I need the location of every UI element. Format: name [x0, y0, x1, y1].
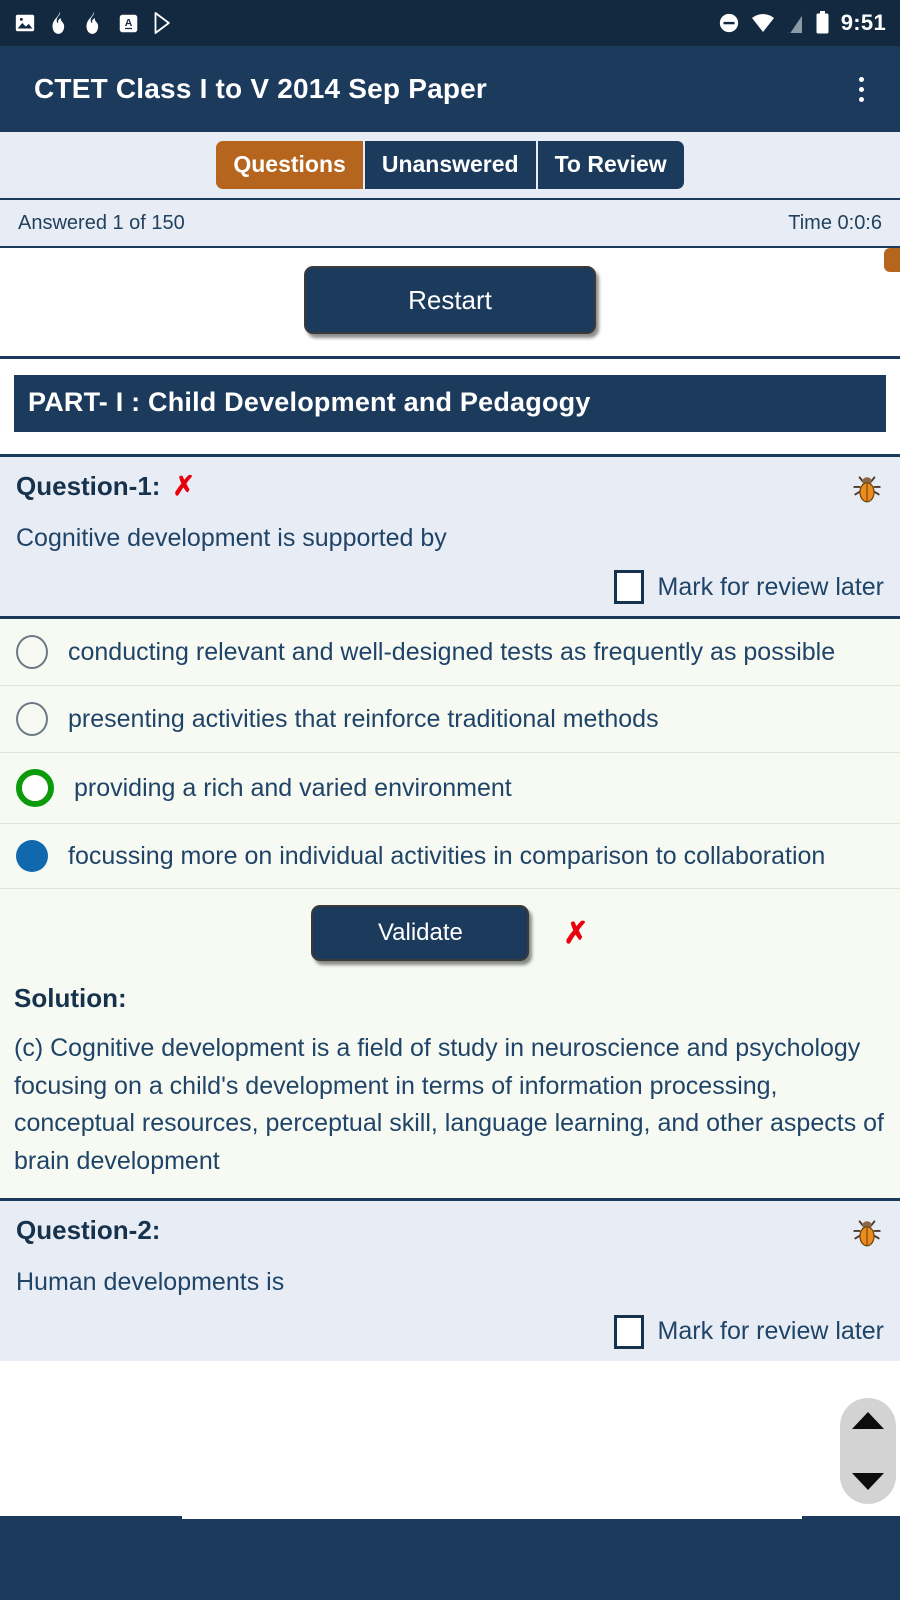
question-2-label: Question-2: [16, 1215, 161, 1246]
radio-icon[interactable] [16, 635, 48, 670]
play-store-icon [154, 12, 170, 34]
question-1-wrong-icon: ✗ [172, 471, 196, 501]
tab-questions[interactable]: Questions [216, 140, 365, 190]
question-1-mark-review-row[interactable]: Mark for review later [16, 570, 884, 605]
option-row[interactable]: presenting activities that reinforce tra… [0, 686, 900, 754]
tab-to-review[interactable]: To Review [537, 140, 684, 190]
radio-icon[interactable] [16, 702, 48, 737]
radio-correct-icon[interactable] [16, 769, 54, 808]
part-section: PART- I : Child Development and Pedagogy [0, 356, 900, 454]
validate-row: Validate ✗ [0, 889, 900, 980]
bottom-navigation-bar [0, 1516, 900, 1600]
app-bar: CTET Class I to V 2014 Sep Paper [0, 46, 900, 132]
option-row-correct[interactable]: providing a rich and varied environment [0, 753, 900, 825]
flame-icon [86, 11, 99, 34]
option-row-selected[interactable]: focussing more on individual activities … [0, 824, 900, 890]
fast-scroll-handle[interactable] [840, 1398, 896, 1504]
question-1-label: Question-1: [16, 471, 161, 501]
question-2-text: Human developments is [16, 1268, 285, 1297]
mark-for-review-label: Mark for review later [657, 572, 884, 601]
kebab-menu-icon[interactable] [844, 69, 878, 109]
elapsed-timer: Time 0:0:6 [788, 211, 882, 234]
quiz-scroll-area[interactable]: Restart PART- I : Child Development and … [0, 248, 900, 1600]
mark-for-review-checkbox[interactable] [613, 570, 644, 605]
radio-selected-icon[interactable] [16, 840, 48, 873]
tab-unanswered[interactable]: Unanswered [364, 140, 538, 190]
do-not-disturb-icon [719, 13, 738, 33]
tab-bar: Questions Unanswered To Review [0, 132, 900, 200]
part-heading: PART- I : Child Development and Pedagogy [14, 375, 886, 432]
bottom-nav-divider [182, 1516, 802, 1519]
restart-button-row: Restart [0, 248, 900, 356]
wifi-icon [751, 14, 774, 32]
option-label: presenting activities that reinforce tra… [68, 704, 659, 733]
page-title: CTET Class I to V 2014 Sep Paper [34, 73, 488, 104]
option-row[interactable]: conducting relevant and well-designed te… [0, 619, 900, 687]
flame-icon [52, 11, 65, 34]
quiz-status-row: Answered 1 of 150 Time 0:0:6 [0, 200, 900, 248]
mark-for-review-label: Mark for review later [657, 1317, 884, 1345]
solution-text: (c) Cognitive development is a field of … [14, 1034, 884, 1175]
status-bar-left-icons: A [14, 11, 173, 35]
status-bar-clock: 9:51 [840, 10, 886, 35]
question-1-header: Question-1: ✗ Cognitive development is s… [0, 454, 900, 620]
option-label: focussing more on individual activities … [68, 841, 826, 870]
question-2-mark-review-row[interactable]: Mark for review later [16, 1314, 884, 1349]
svg-text:A: A [125, 17, 133, 29]
triangle-up-icon[interactable] [852, 1412, 884, 1429]
option-label: conducting relevant and well-designed te… [68, 637, 836, 666]
scroll-indicator-nub [884, 248, 900, 272]
app-root: A 9:51 CTET Class I to V 2014 Sep Paper … [0, 0, 900, 1600]
question-2-header: Question-2: Human developments is Mark f… [0, 1201, 900, 1361]
restart-button[interactable]: Restart [304, 266, 596, 334]
translate-a-icon: A [119, 14, 138, 32]
solution-title: Solution: [14, 983, 127, 1014]
validate-wrong-icon: ✗ [563, 917, 589, 951]
validate-button[interactable]: Validate [311, 905, 530, 962]
option-label: providing a rich and varied environment [74, 773, 512, 802]
question-1-text: Cognitive development is supported by [16, 524, 447, 552]
signal-off-icon [787, 13, 803, 34]
system-status-bar: A 9:51 [0, 0, 900, 46]
answered-count: Answered 1 of 150 [18, 211, 185, 234]
bug-report-icon[interactable] [850, 1215, 884, 1249]
image-icon [15, 14, 35, 32]
solution-block: Solution: (c) Cognitive development is a… [0, 979, 900, 1202]
mark-for-review-checkbox[interactable] [613, 1314, 644, 1349]
status-bar-right-icons: 9:51 [718, 10, 886, 36]
triangle-down-icon[interactable] [852, 1473, 884, 1490]
battery-icon [816, 11, 829, 34]
bug-report-icon[interactable] [850, 471, 884, 505]
question-1-options: conducting relevant and well-designed te… [0, 619, 900, 890]
